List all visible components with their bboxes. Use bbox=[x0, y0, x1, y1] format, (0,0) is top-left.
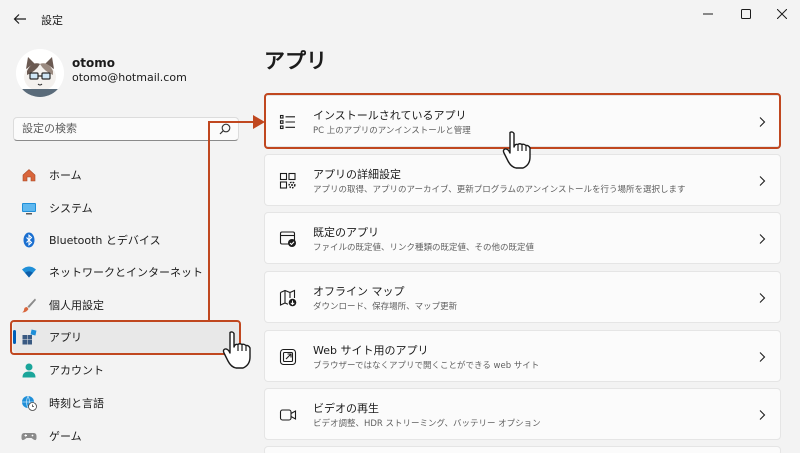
title-bar: 設定 bbox=[0, 0, 800, 40]
user-email: otomo@hotmail.com bbox=[72, 71, 187, 84]
default-apps-icon bbox=[279, 231, 296, 247]
system-monitor-icon bbox=[22, 203, 36, 215]
wifi-icon bbox=[22, 266, 36, 278]
chevron-right-icon bbox=[759, 352, 766, 362]
pointer-hand-icon bbox=[222, 331, 251, 369]
arrow-head-icon bbox=[253, 115, 265, 129]
nav-item-personalization[interactable]: 個人用設定 bbox=[13, 289, 239, 321]
minimize-button[interactable] bbox=[693, 4, 723, 24]
nav-item-label: ネットワークとインターネット bbox=[49, 266, 203, 279]
card-title: ビデオの再生 bbox=[313, 402, 379, 415]
chevron-right-icon bbox=[759, 234, 766, 244]
nav-item-gaming[interactable]: ゲーム bbox=[13, 420, 239, 452]
offline-map-icon bbox=[279, 289, 297, 307]
nav-item-time-language[interactable]: 時刻と言語 bbox=[13, 387, 239, 419]
card-description: ダウンロード、保存場所、マップ更新 bbox=[313, 302, 458, 312]
avatar[interactable] bbox=[16, 49, 64, 97]
card-offline-maps[interactable]: オフライン マップ ダウンロード、保存場所、マップ更新 bbox=[264, 271, 781, 323]
bluetooth-icon bbox=[23, 232, 35, 248]
search-icon[interactable] bbox=[219, 123, 231, 135]
card-title: アプリの詳細設定 bbox=[313, 168, 401, 181]
highlight-box-apps bbox=[10, 320, 241, 355]
page-title: アプリ bbox=[264, 49, 327, 73]
card-description: ブラウザーではなくアプリで開くことができる web サイト bbox=[313, 361, 540, 371]
user-name: otomo bbox=[72, 56, 115, 70]
back-button[interactable] bbox=[8, 7, 32, 31]
brush-icon bbox=[22, 298, 36, 313]
cat-avatar-icon bbox=[16, 49, 64, 97]
account-icon bbox=[22, 363, 36, 378]
chevron-right-icon bbox=[759, 293, 766, 303]
globe-clock-icon bbox=[22, 395, 37, 411]
chevron-right-icon bbox=[759, 176, 766, 186]
window-title: 設定 bbox=[41, 14, 63, 27]
nav-item-system[interactable]: システム bbox=[13, 192, 239, 224]
card-apps-for-websites[interactable]: Web サイト用のアプリ ブラウザーではなくアプリで開くことができる web サ… bbox=[264, 330, 781, 382]
nav-item-label: アカウント bbox=[49, 364, 104, 377]
maximize-icon bbox=[741, 9, 751, 19]
search-input[interactable] bbox=[22, 122, 212, 135]
chevron-right-icon bbox=[759, 410, 766, 420]
pointer-hand-icon bbox=[502, 131, 531, 169]
nav-item-home[interactable]: ホーム bbox=[13, 159, 239, 191]
search-box[interactable] bbox=[13, 117, 239, 141]
card-default-apps[interactable]: 既定のアプリ ファイルの既定値、リンク種類の既定値、その他の既定値 bbox=[264, 212, 781, 264]
nav-item-label: 個人用設定 bbox=[49, 299, 104, 312]
nav-item-label: ホーム bbox=[49, 169, 82, 182]
gamepad-icon bbox=[21, 433, 37, 441]
connector-line-vertical bbox=[208, 122, 210, 321]
card-description: ファイルの既定値、リンク種類の既定値、その他の既定値 bbox=[313, 243, 535, 253]
home-icon bbox=[22, 169, 36, 182]
back-arrow-icon bbox=[13, 14, 26, 24]
nav-item-label: Bluetooth とデバイス bbox=[49, 234, 161, 247]
close-button[interactable] bbox=[767, 4, 797, 24]
video-icon bbox=[279, 409, 297, 421]
open-in-app-icon bbox=[279, 348, 297, 366]
minimize-icon bbox=[703, 13, 713, 15]
nav-item-accounts[interactable]: アカウント bbox=[13, 354, 239, 386]
nav-item-label: システム bbox=[49, 202, 93, 215]
app-settings-icon bbox=[279, 172, 296, 189]
card-title: Web サイト用のアプリ bbox=[313, 344, 429, 357]
nav-item-bluetooth[interactable]: Bluetooth とデバイス bbox=[13, 224, 239, 256]
nav-item-label: ゲーム bbox=[49, 430, 82, 443]
card-description: ビデオ調整、HDR ストリーミング、バッテリー オプション bbox=[313, 419, 541, 429]
card-title: オフライン マップ bbox=[313, 285, 405, 298]
card-video-playback[interactable]: ビデオの再生 ビデオ調整、HDR ストリーミング、バッテリー オプション bbox=[264, 388, 781, 440]
card-description: アプリの取得、アプリのアーカイブ、更新プログラムのアンインストールを行う場所を選… bbox=[313, 185, 686, 195]
close-icon bbox=[777, 9, 787, 19]
nav-item-label: 時刻と言語 bbox=[49, 397, 104, 410]
card-partial bbox=[264, 446, 781, 453]
maximize-button[interactable] bbox=[731, 4, 761, 24]
nav-item-network[interactable]: ネットワークとインターネット bbox=[13, 256, 239, 288]
card-title: 既定のアプリ bbox=[313, 226, 379, 239]
connector-line-horizontal bbox=[208, 121, 256, 123]
